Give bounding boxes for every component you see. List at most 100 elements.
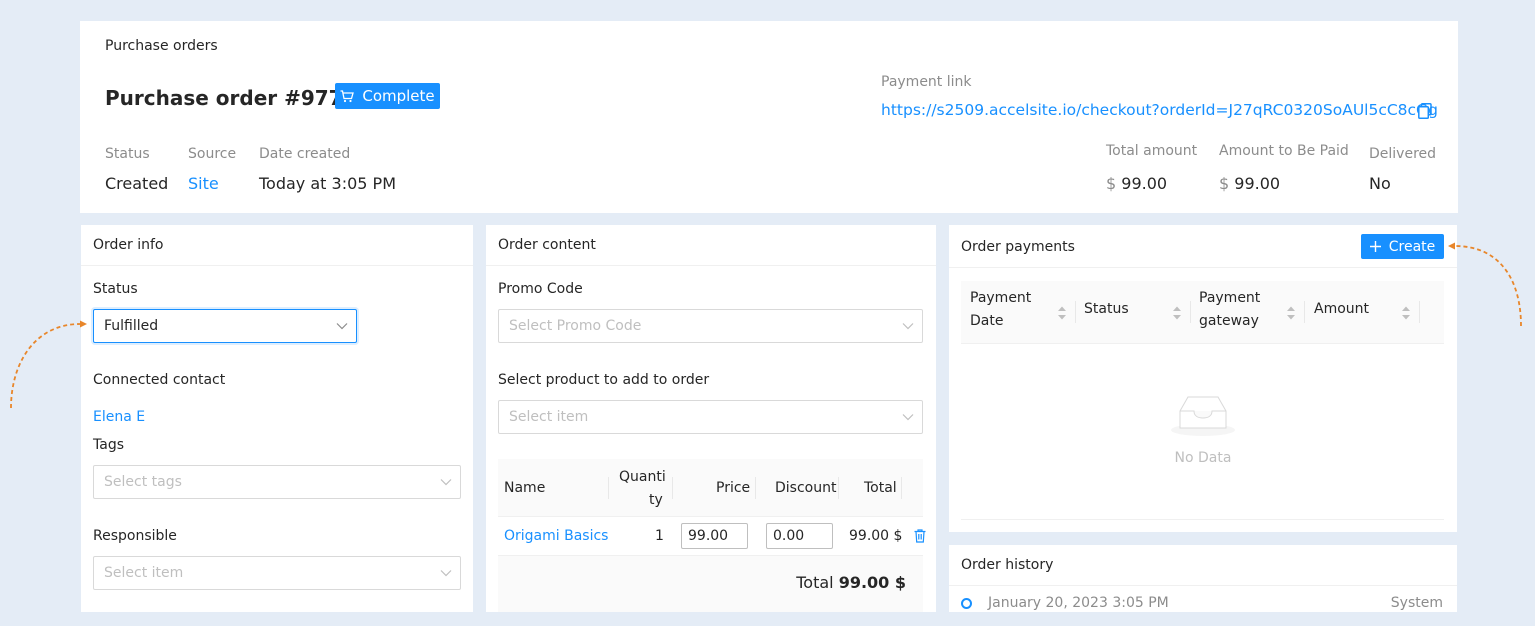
amount-to-be-paid-value: $ 99.00: [1219, 174, 1280, 193]
table-header: Name Quanti ty Price Discount Total: [498, 459, 923, 517]
chevron-down-icon: [336, 323, 348, 330]
order-header-card: Purchase orders Purchase order #97730 Co…: [80, 21, 1458, 213]
column-divider: [1304, 301, 1305, 323]
column-divider: [901, 477, 902, 499]
promo-code-label: Promo Code: [498, 281, 583, 297]
order-payments-title: Order payments: [961, 239, 1075, 255]
header-divider: [949, 267, 1457, 268]
trash-icon[interactable]: [914, 529, 926, 543]
table-footer: Total 99.00 $: [498, 555, 923, 612]
history-entry-author: System: [1390, 595, 1443, 611]
total-amount-label: Total amount: [1106, 143, 1198, 159]
responsible-label: Responsible: [93, 528, 177, 544]
order-history-card: Order history January 20, 2023 3:05 PM S…: [949, 545, 1457, 612]
responsible-select[interactable]: Select item: [93, 556, 461, 590]
delivered-value: No: [1369, 174, 1391, 193]
complete-label: Complete: [362, 87, 435, 105]
copy-icon[interactable]: [1418, 103, 1432, 119]
product-name-link[interactable]: Origami Basics: [504, 528, 608, 544]
order-content-title: Order content: [486, 225, 936, 266]
promo-code-placeholder: Select Promo Code: [509, 318, 642, 334]
history-entry-date: January 20, 2023 3:05 PM: [988, 595, 1169, 611]
date-created-value: Today at 3:05 PM: [259, 174, 396, 193]
chevron-down-icon: [440, 479, 452, 486]
sort-icon[interactable]: [1057, 305, 1067, 321]
row-total: 99.00 $: [849, 528, 903, 544]
order-total-label: Total: [796, 573, 834, 592]
column-status[interactable]: Status: [1084, 301, 1129, 317]
complete-button[interactable]: Complete: [335, 83, 440, 109]
date-created-label: Date created: [259, 146, 351, 162]
connected-contact-link[interactable]: Elena E: [93, 409, 145, 425]
create-label: Create: [1388, 238, 1436, 255]
column-divider: [608, 477, 609, 499]
source-field-value[interactable]: Site: [188, 174, 219, 193]
payment-link-label: Payment link: [881, 74, 972, 90]
column-divider: [755, 477, 756, 499]
timeline-dot: [961, 598, 972, 609]
create-payment-button[interactable]: Create: [1361, 234, 1444, 259]
column-payment-date-line1[interactable]: Payment: [970, 290, 1031, 306]
order-content-card: Order content Promo Code Select Promo Co…: [486, 225, 936, 612]
column-payment-date-line2[interactable]: Date: [970, 313, 1003, 329]
status-select-value: Fulfilled: [104, 318, 159, 334]
order-info-title: Order info: [81, 225, 473, 266]
column-price: Price: [716, 480, 751, 496]
column-discount: Discount: [775, 480, 837, 496]
column-gateway-line1[interactable]: Payment: [1199, 290, 1260, 306]
chevron-down-icon: [440, 570, 452, 577]
amount-to-be-paid-label: Amount to Be Paid: [1219, 143, 1349, 159]
product-select[interactable]: Select item: [498, 400, 923, 434]
table-bottom-divider: [961, 519, 1444, 520]
connected-contact-label: Connected contact: [93, 372, 226, 388]
column-divider: [1190, 301, 1191, 323]
page-title: Purchase order #97730: [105, 86, 371, 110]
chevron-down-icon: [902, 414, 914, 421]
price-input[interactable]: 99.00: [681, 523, 748, 549]
product-placeholder: Select item: [509, 409, 589, 425]
order-total-value: 99.00 $: [838, 573, 906, 592]
status-field-label: Status: [105, 146, 150, 162]
discount-input[interactable]: 0.00: [766, 523, 833, 549]
annotation-arrow-left: [10, 320, 87, 408]
plus-icon: [1369, 241, 1381, 252]
amount: 99.00: [1234, 174, 1281, 193]
sort-icon[interactable]: [1172, 305, 1182, 321]
status-label: Status: [93, 281, 138, 297]
status-select[interactable]: Fulfilled: [93, 309, 357, 343]
total-amount-value: $ 99.00: [1106, 174, 1167, 193]
sort-icon[interactable]: [1286, 305, 1296, 321]
currency-symbol: $: [1106, 174, 1117, 193]
tags-select[interactable]: Select tags: [93, 465, 461, 499]
product-quantity: 1: [655, 528, 664, 544]
payment-link[interactable]: https://s2509.accelsite.io/checkout?orde…: [881, 101, 1438, 119]
column-gateway-line2[interactable]: gateway: [1199, 313, 1259, 329]
column-quantity-line2: ty: [649, 492, 663, 508]
select-product-label: Select product to add to order: [498, 372, 710, 388]
responsible-placeholder: Select item: [104, 565, 184, 581]
column-divider: [1419, 301, 1420, 323]
tags-placeholder: Select tags: [104, 474, 182, 490]
order-info-card: Order info Status Fulfilled Connected co…: [81, 225, 473, 612]
chevron-down-icon: [902, 323, 914, 330]
cart-icon: [340, 89, 355, 102]
delivered-label: Delivered: [1369, 146, 1437, 162]
amount: 99.00: [1121, 174, 1168, 193]
column-quantity-line1: Quanti: [619, 469, 666, 485]
column-divider: [672, 477, 673, 499]
currency-symbol: $: [1219, 174, 1230, 193]
products-table: Name Quanti ty Price Discount Total Orig…: [498, 459, 926, 612]
source-field-label: Source: [188, 146, 237, 162]
column-divider: [1075, 301, 1076, 323]
breadcrumb[interactable]: Purchase orders: [105, 38, 218, 54]
tags-label: Tags: [93, 437, 124, 453]
payments-table-header: Payment Date Status Payment gateway Amou…: [961, 281, 1444, 344]
column-total: Total: [864, 480, 897, 496]
order-total: Total 99.00 $: [796, 573, 906, 592]
status-field-value: Created: [105, 174, 169, 193]
header-divider: [949, 585, 1457, 586]
annotation-arrow-right: [1448, 242, 1522, 327]
promo-code-select[interactable]: Select Promo Code: [498, 309, 923, 343]
column-amount[interactable]: Amount: [1314, 301, 1369, 317]
sort-icon[interactable]: [1401, 305, 1411, 321]
